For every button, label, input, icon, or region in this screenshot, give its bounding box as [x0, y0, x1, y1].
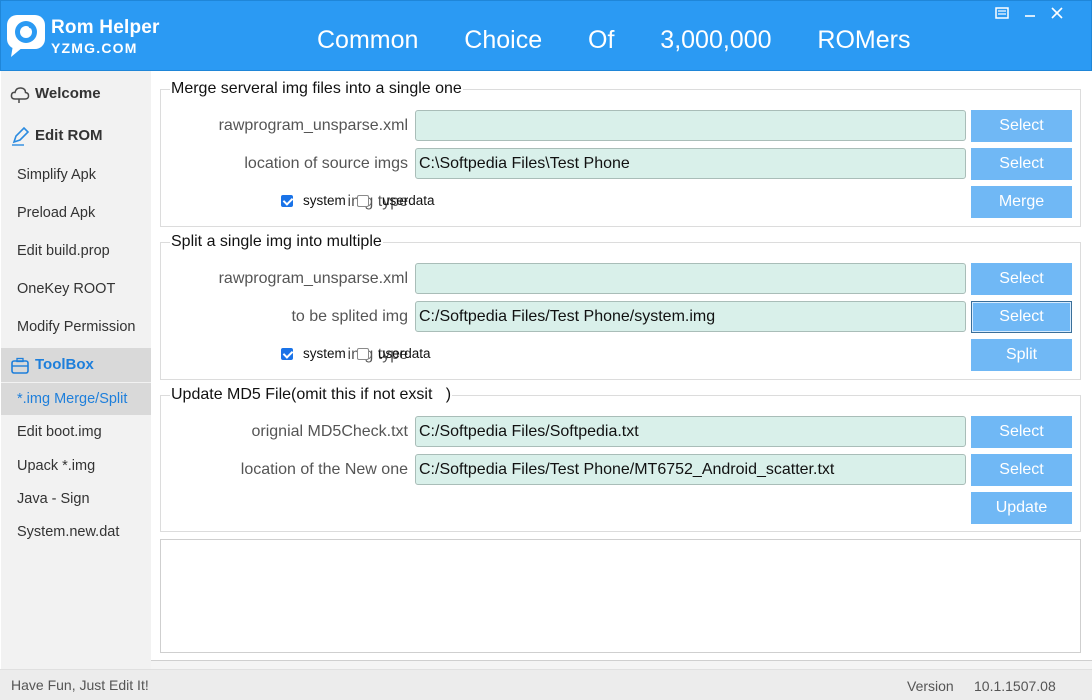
split-xml-label: rawprogram_unsparse.xml	[218, 270, 408, 287]
md5-original-input[interactable]: C:/Softpedia Files/Softpedia.txt	[415, 416, 966, 447]
sidebar-item-welcome[interactable]: Welcome	[1, 77, 151, 111]
merge-group-title: Merge serveral img files into a single o…	[170, 79, 463, 99]
split-xml-input[interactable]	[415, 263, 966, 294]
split-group: Split a single img into multiple rawprog…	[160, 232, 1081, 380]
merge-system-checkbox[interactable]	[281, 195, 293, 207]
split-button[interactable]: Split	[971, 339, 1072, 371]
update-button[interactable]: Update	[971, 492, 1072, 524]
brand-name: Rom Helper	[51, 17, 160, 38]
pencil-icon	[12, 126, 30, 146]
merge-system-label: system	[303, 193, 346, 208]
sidebar-item-simplify-apk[interactable]: Simplify Apk	[1, 161, 151, 189]
merge-source-label: location of source imgs	[244, 155, 408, 172]
minimize-icon[interactable]	[1021, 4, 1039, 22]
split-xml-select-button[interactable]: Select	[971, 263, 1072, 295]
split-userdata-checkbox[interactable]	[357, 348, 369, 360]
sidebar-item-edit-boot-img[interactable]: Edit boot.img	[1, 418, 151, 446]
merge-source-select-button[interactable]: Select	[971, 148, 1072, 180]
sidebar-item-preload-apk[interactable]: Preload Apk	[1, 199, 151, 227]
md5-group-title: Update MD5 File(omit this if not exsit )	[170, 385, 453, 405]
merge-button[interactable]: Merge	[971, 186, 1072, 218]
split-userdata-label: userdata	[378, 346, 431, 361]
split-system-checkbox[interactable]	[281, 348, 293, 360]
toolbox-icon	[11, 357, 29, 374]
sidebar: Welcome Edit ROM Simplify Apk Preload Ap…	[1, 71, 151, 669]
md5-new-input[interactable]: C:/Softpedia Files/Test Phone/MT6752_And…	[415, 454, 966, 485]
cloud-icon	[10, 87, 30, 103]
merge-userdata-checkbox[interactable]	[357, 195, 369, 207]
sidebar-label-toolbox: ToolBox	[35, 356, 94, 373]
log-output-area[interactable]	[160, 539, 1081, 653]
md5-original-select-button[interactable]: Select	[971, 416, 1072, 448]
sidebar-item-onekey-root[interactable]: OneKey ROOT	[1, 275, 151, 303]
merge-xml-select-button[interactable]: Select	[971, 110, 1072, 142]
version-label: Version	[907, 678, 954, 694]
close-icon[interactable]	[1048, 4, 1066, 22]
split-system-label: system	[303, 346, 346, 361]
sidebar-item-img-merge-split[interactable]: *.img Merge/Split	[1, 383, 151, 415]
brand: Rom Helper YZMG.COM	[51, 17, 160, 56]
sidebar-label-welcome: Welcome	[35, 85, 101, 102]
version-number: 10.1.1507.08	[974, 678, 1056, 694]
header-slogan: Common Choice Of 3,000,000 ROMers	[317, 26, 911, 54]
md5-new-select-button[interactable]: Select	[971, 454, 1072, 486]
sidebar-label-edit-rom: Edit ROM	[35, 127, 103, 144]
md5-new-label: location of the New one	[240, 461, 408, 478]
md5-original-label: orignial MD5Check.txt	[251, 423, 409, 440]
sidebar-section-edit-rom[interactable]: Edit ROM	[1, 119, 151, 153]
title-bar: Rom Helper YZMG.COM Common Choice Of 3,0…	[0, 0, 1092, 71]
brand-site: YZMG.COM	[51, 40, 138, 56]
split-group-title: Split a single img into multiple	[170, 232, 383, 252]
split-img-label: to be splited img	[291, 308, 408, 325]
app-logo-icon	[7, 15, 45, 57]
content-bottom-strip	[151, 660, 1092, 669]
status-bar: Have Fun, Just Edit It! Version 10.1.150…	[0, 669, 1092, 700]
sidebar-item-edit-build-prop[interactable]: Edit build.prop	[1, 237, 151, 265]
sidebar-item-modify-permission[interactable]: Modify Permission	[1, 313, 151, 341]
status-message: Have Fun, Just Edit It!	[11, 677, 149, 693]
restore-icon[interactable]	[993, 4, 1011, 22]
md5-group: Update MD5 File(omit this if not exsit )…	[160, 385, 1081, 532]
split-img-input[interactable]: C:/Softpedia Files/Test Phone/system.img	[415, 301, 966, 332]
sidebar-section-toolbox[interactable]: ToolBox	[1, 348, 151, 382]
split-img-select-button[interactable]: Select	[971, 301, 1072, 333]
sidebar-item-upack-img[interactable]: Upack *.img	[1, 452, 151, 480]
merge-group: Merge serveral img files into a single o…	[160, 79, 1081, 227]
merge-xml-input[interactable]	[415, 110, 966, 141]
merge-source-input[interactable]: C:\Softpedia Files\Test Phone	[415, 148, 966, 179]
merge-userdata-label: userdata	[382, 193, 435, 208]
merge-xml-label: rawprogram_unsparse.xml	[218, 117, 408, 134]
sidebar-item-system-new-dat[interactable]: System.new.dat	[1, 518, 151, 546]
sidebar-item-java-sign[interactable]: Java - Sign	[1, 485, 151, 513]
